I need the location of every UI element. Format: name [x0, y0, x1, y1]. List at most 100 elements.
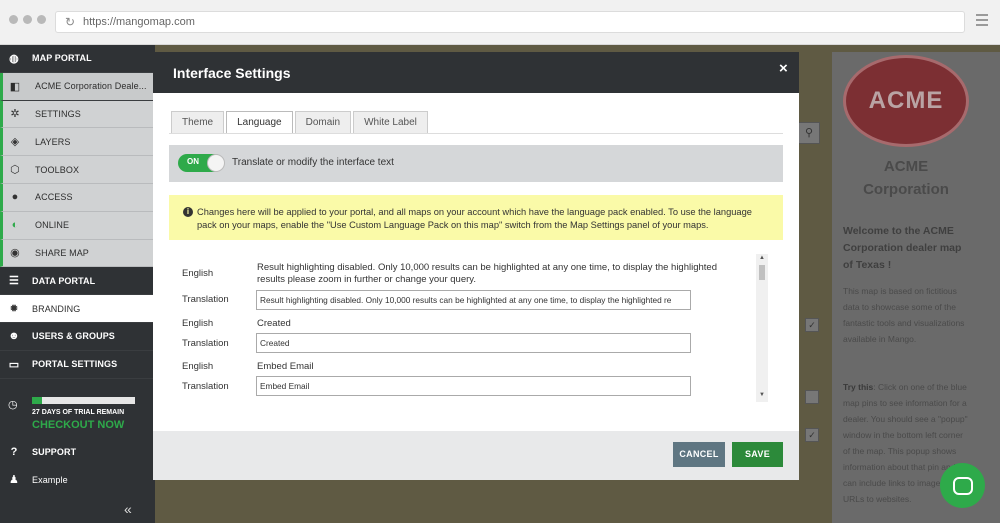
users-icon: ☻: [8, 330, 20, 343]
modal-header: Interface Settings ×: [153, 52, 799, 93]
user-icon: ♟: [9, 474, 19, 487]
tab-divider: [169, 133, 783, 134]
close-window-dot[interactable]: [9, 15, 18, 24]
translate-toggle[interactable]: ON: [178, 154, 225, 172]
panel-title: ACME Corporation: [863, 158, 949, 198]
sidebar-item-access[interactable]: ● ACCESS: [0, 183, 155, 212]
translation-input[interactable]: Embed Email: [256, 376, 691, 396]
database-icon: ☰: [9, 275, 19, 288]
translation-label: Translation: [182, 381, 229, 392]
sidebar-item-label: SUPPORT: [32, 446, 77, 457]
trial-status: ◷ 27 DAYS OF TRIAL REMAIN CHECKOUT NOW: [0, 385, 155, 437]
sidebar-item-label: BRANDING: [32, 303, 81, 314]
translation-input[interactable]: Created: [256, 333, 691, 353]
toggle-state-label: ON: [187, 157, 199, 166]
scroll-thumb[interactable]: [759, 265, 765, 280]
share-icon: ◉: [10, 247, 20, 260]
interface-settings-modal: Interface Settings × Theme Language Doma…: [153, 52, 799, 480]
sidebar-item-label: ACME Corporation Deale...: [35, 81, 147, 92]
sidebar-item-toolbox[interactable]: ⬡ TOOLBOX: [0, 156, 155, 184]
sidebar-item-map-portal[interactable]: ◍ MAP PORTAL: [0, 45, 155, 73]
try-label: Try this: [843, 382, 874, 392]
sidebar-item-account[interactable]: ♟ Example: [0, 466, 155, 494]
maximize-window-dot[interactable]: [37, 15, 46, 24]
notice-text: Changes here will be applied to your por…: [197, 207, 752, 230]
monitor-icon: ▭: [8, 358, 20, 371]
sidebar-item-support[interactable]: ? SUPPORT: [0, 438, 155, 466]
list-scrollbar[interactable]: ▲ ▼: [756, 254, 768, 402]
trial-progress-bar: [32, 397, 135, 404]
sidebar-item-portal-name[interactable]: ◧ ACME Corporation Deale...: [0, 72, 155, 101]
english-label: English: [182, 268, 214, 279]
scroll-up-icon[interactable]: ▲: [759, 255, 765, 261]
save-button[interactable]: SAVE: [732, 442, 783, 467]
gear-icon: ✲: [10, 108, 20, 121]
browser-chrome: ↻ https://mangomap.com: [0, 0, 1000, 45]
settings-tabs: Theme Language Domain White Label: [171, 111, 428, 133]
toggle-description: Translate or modify the interface text: [232, 157, 394, 168]
cancel-button[interactable]: CANCEL: [673, 442, 725, 467]
sidebar-item-data-portal[interactable]: ☰ DATA PORTAL: [0, 267, 155, 296]
window-controls: [9, 15, 46, 24]
sidebar-item-settings[interactable]: ✲ SETTINGS: [0, 100, 155, 129]
tab-white-label[interactable]: White Label: [353, 111, 428, 133]
tab-language[interactable]: Language: [226, 111, 293, 133]
tab-domain[interactable]: Domain: [294, 111, 352, 133]
url-text: https://mangomap.com: [83, 16, 195, 28]
address-bar[interactable]: ↻ https://mangomap.com: [55, 11, 965, 33]
portal-icon: ◧: [9, 80, 21, 93]
map-checkbox[interactable]: [805, 390, 819, 404]
sidebar-item-layers[interactable]: ◈ LAYERS: [0, 128, 155, 157]
browser-menu-icon[interactable]: [976, 14, 988, 29]
english-label: English: [182, 361, 214, 372]
chat-launcher-button[interactable]: [940, 463, 985, 508]
panel-text: This map is based on fictitious data to …: [843, 286, 965, 344]
sidebar-item-label: DATA PORTAL: [32, 275, 96, 286]
close-icon[interactable]: ×: [779, 60, 788, 77]
help-icon: ?: [10, 445, 18, 458]
sidebar-item-label: LAYERS: [35, 136, 71, 147]
sidebar-item-users-groups[interactable]: ☻ USERS & GROUPS: [0, 323, 155, 351]
translation-list: English Result highlighting disabled. On…: [169, 254, 769, 402]
map-checkbox[interactable]: ✓: [805, 318, 819, 332]
sidebar-item-label: ONLINE: [35, 220, 70, 231]
chat-icon: [952, 476, 973, 495]
acme-logo: ACME: [843, 55, 969, 147]
trial-days-remaining: 27 DAYS OF TRIAL REMAIN: [32, 409, 125, 416]
modal-footer: CANCEL SAVE: [153, 431, 799, 480]
english-text: Created: [257, 318, 291, 329]
map-search-icon[interactable]: ⚲: [798, 122, 820, 144]
translation-input[interactable]: Result highlighting disabled. Only 10,00…: [256, 290, 691, 310]
toggle-icon: ◐: [11, 219, 19, 232]
tab-theme[interactable]: Theme: [171, 111, 225, 133]
sidebar-item-label: USERS & GROUPS: [32, 331, 115, 342]
sidebar-item-portal-settings[interactable]: ▭ PORTAL SETTINGS: [0, 351, 155, 379]
language-pack-notice: i Changes here will be applied to your p…: [169, 195, 783, 240]
english-text: Embed Email: [257, 361, 314, 372]
globe-icon: ◍: [9, 52, 19, 65]
clock-icon: ◷: [8, 399, 18, 411]
sidebar-item-label: TOOLBOX: [35, 164, 80, 175]
checkout-now-link[interactable]: CHECKOUT NOW: [32, 419, 124, 431]
minimize-window-dot[interactable]: [23, 15, 32, 24]
english-label: English: [182, 318, 214, 329]
access-icon: ●: [11, 191, 19, 204]
english-text: Result highlighting disabled. Only 10,00…: [257, 262, 717, 285]
modal-title: Interface Settings: [173, 65, 291, 81]
sidebar-item-label: ACCESS: [35, 192, 73, 203]
scroll-down-icon[interactable]: ▼: [759, 392, 765, 398]
sidebar-item-share-map[interactable]: ◉ SHARE MAP: [0, 239, 155, 268]
map-checkbox[interactable]: ✓: [805, 428, 819, 442]
panel-welcome: Welcome to the ACME Corporation dealer m…: [843, 225, 962, 271]
toolbox-icon: ⬡: [10, 164, 20, 177]
sidebar-item-label: PORTAL SETTINGS: [32, 359, 118, 370]
translation-label: Translation: [182, 338, 229, 349]
sidebar-item-label: SETTINGS: [35, 108, 81, 119]
sidebar-item-online[interactable]: ◐ ONLINE: [0, 211, 155, 240]
translate-toggle-row: ON Translate or modify the interface tex…: [169, 145, 783, 182]
reload-icon[interactable]: ↻: [65, 12, 75, 32]
collapse-sidebar-icon[interactable]: «: [124, 501, 132, 517]
sidebar-item-branding[interactable]: ✹ BRANDING: [0, 295, 155, 323]
layers-icon: ◈: [10, 136, 20, 149]
sidebar-item-label: SHARE MAP: [35, 247, 89, 258]
